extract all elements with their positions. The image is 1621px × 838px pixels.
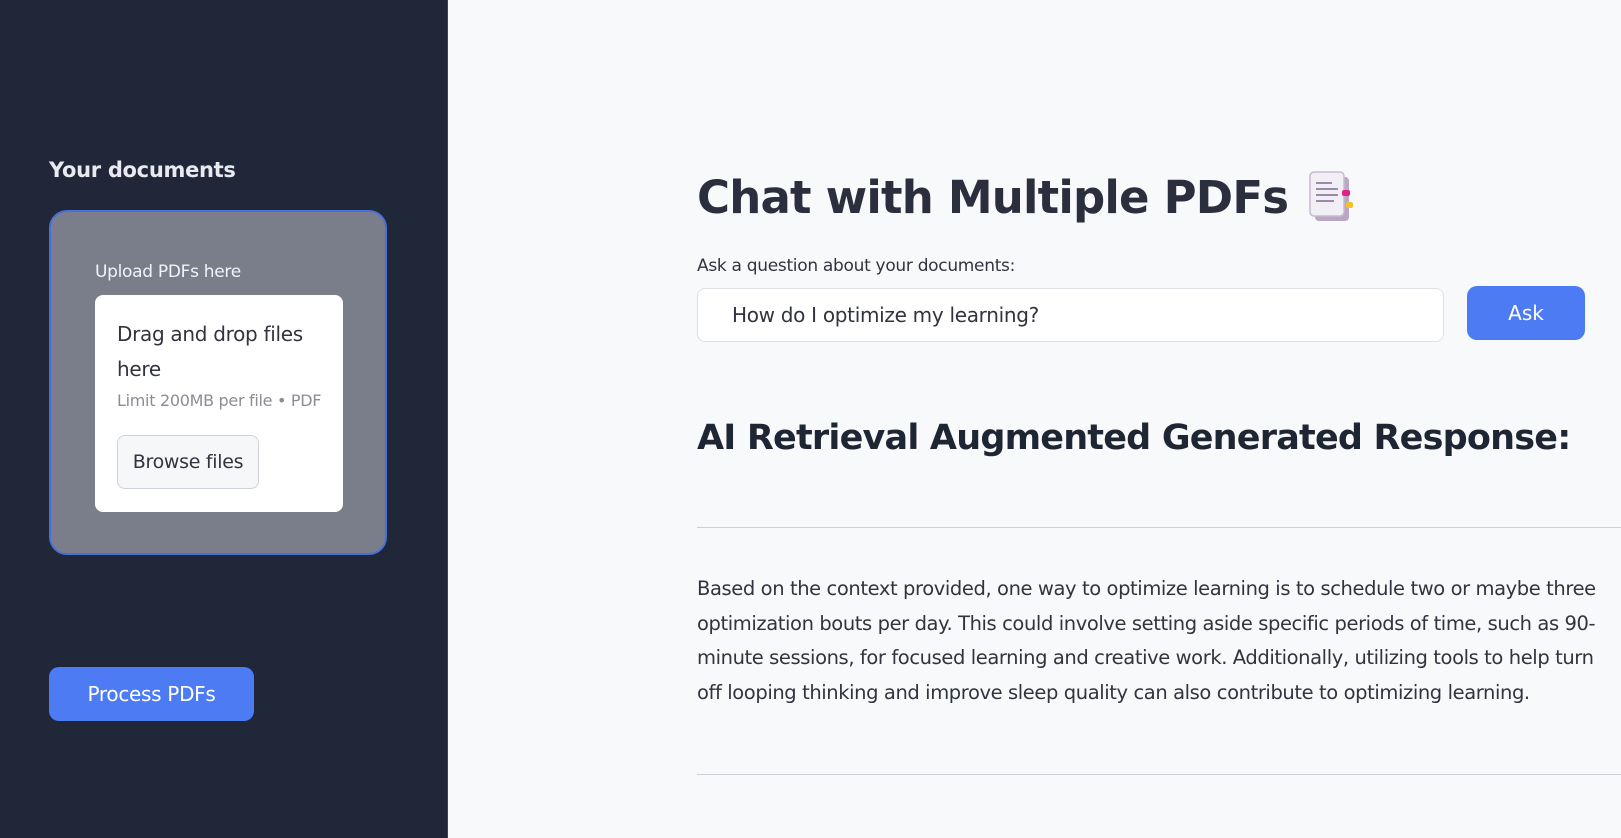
browse-files-button[interactable]: Browse files [117, 435, 259, 489]
file-uploader: Upload PDFs here Drag and drop files her… [49, 210, 387, 555]
ask-button[interactable]: Ask [1467, 286, 1585, 340]
upload-label: Upload PDFs here [95, 262, 241, 282]
sidebar-title: Your documents [49, 158, 236, 182]
divider [697, 774, 1621, 775]
question-label: Ask a question about your documents: [697, 256, 1016, 276]
page-title-text: Chat with Multiple PDFs [697, 171, 1289, 224]
document-icon [1309, 171, 1354, 221]
file-limit-text: Limit 200MB per file • PDF [117, 391, 322, 410]
question-input[interactable] [697, 288, 1444, 342]
response-heading: AI Retrieval Augmented Generated Respons… [697, 418, 1571, 458]
divider [697, 527, 1621, 528]
process-pdfs-button[interactable]: Process PDFs [49, 667, 254, 721]
sidebar: Your documents Upload PDFs here Drag and… [0, 0, 448, 838]
response-text: Based on the context provided, one way t… [697, 577, 1596, 704]
main-content: Chat with Multiple PDFs Ask a question a… [449, 0, 1621, 838]
page-title: Chat with Multiple PDFs [697, 170, 1356, 225]
drop-instructions: Drag and drop files here [117, 322, 303, 381]
drop-zone[interactable]: Drag and drop files here Limit 200MB per… [95, 295, 343, 512]
